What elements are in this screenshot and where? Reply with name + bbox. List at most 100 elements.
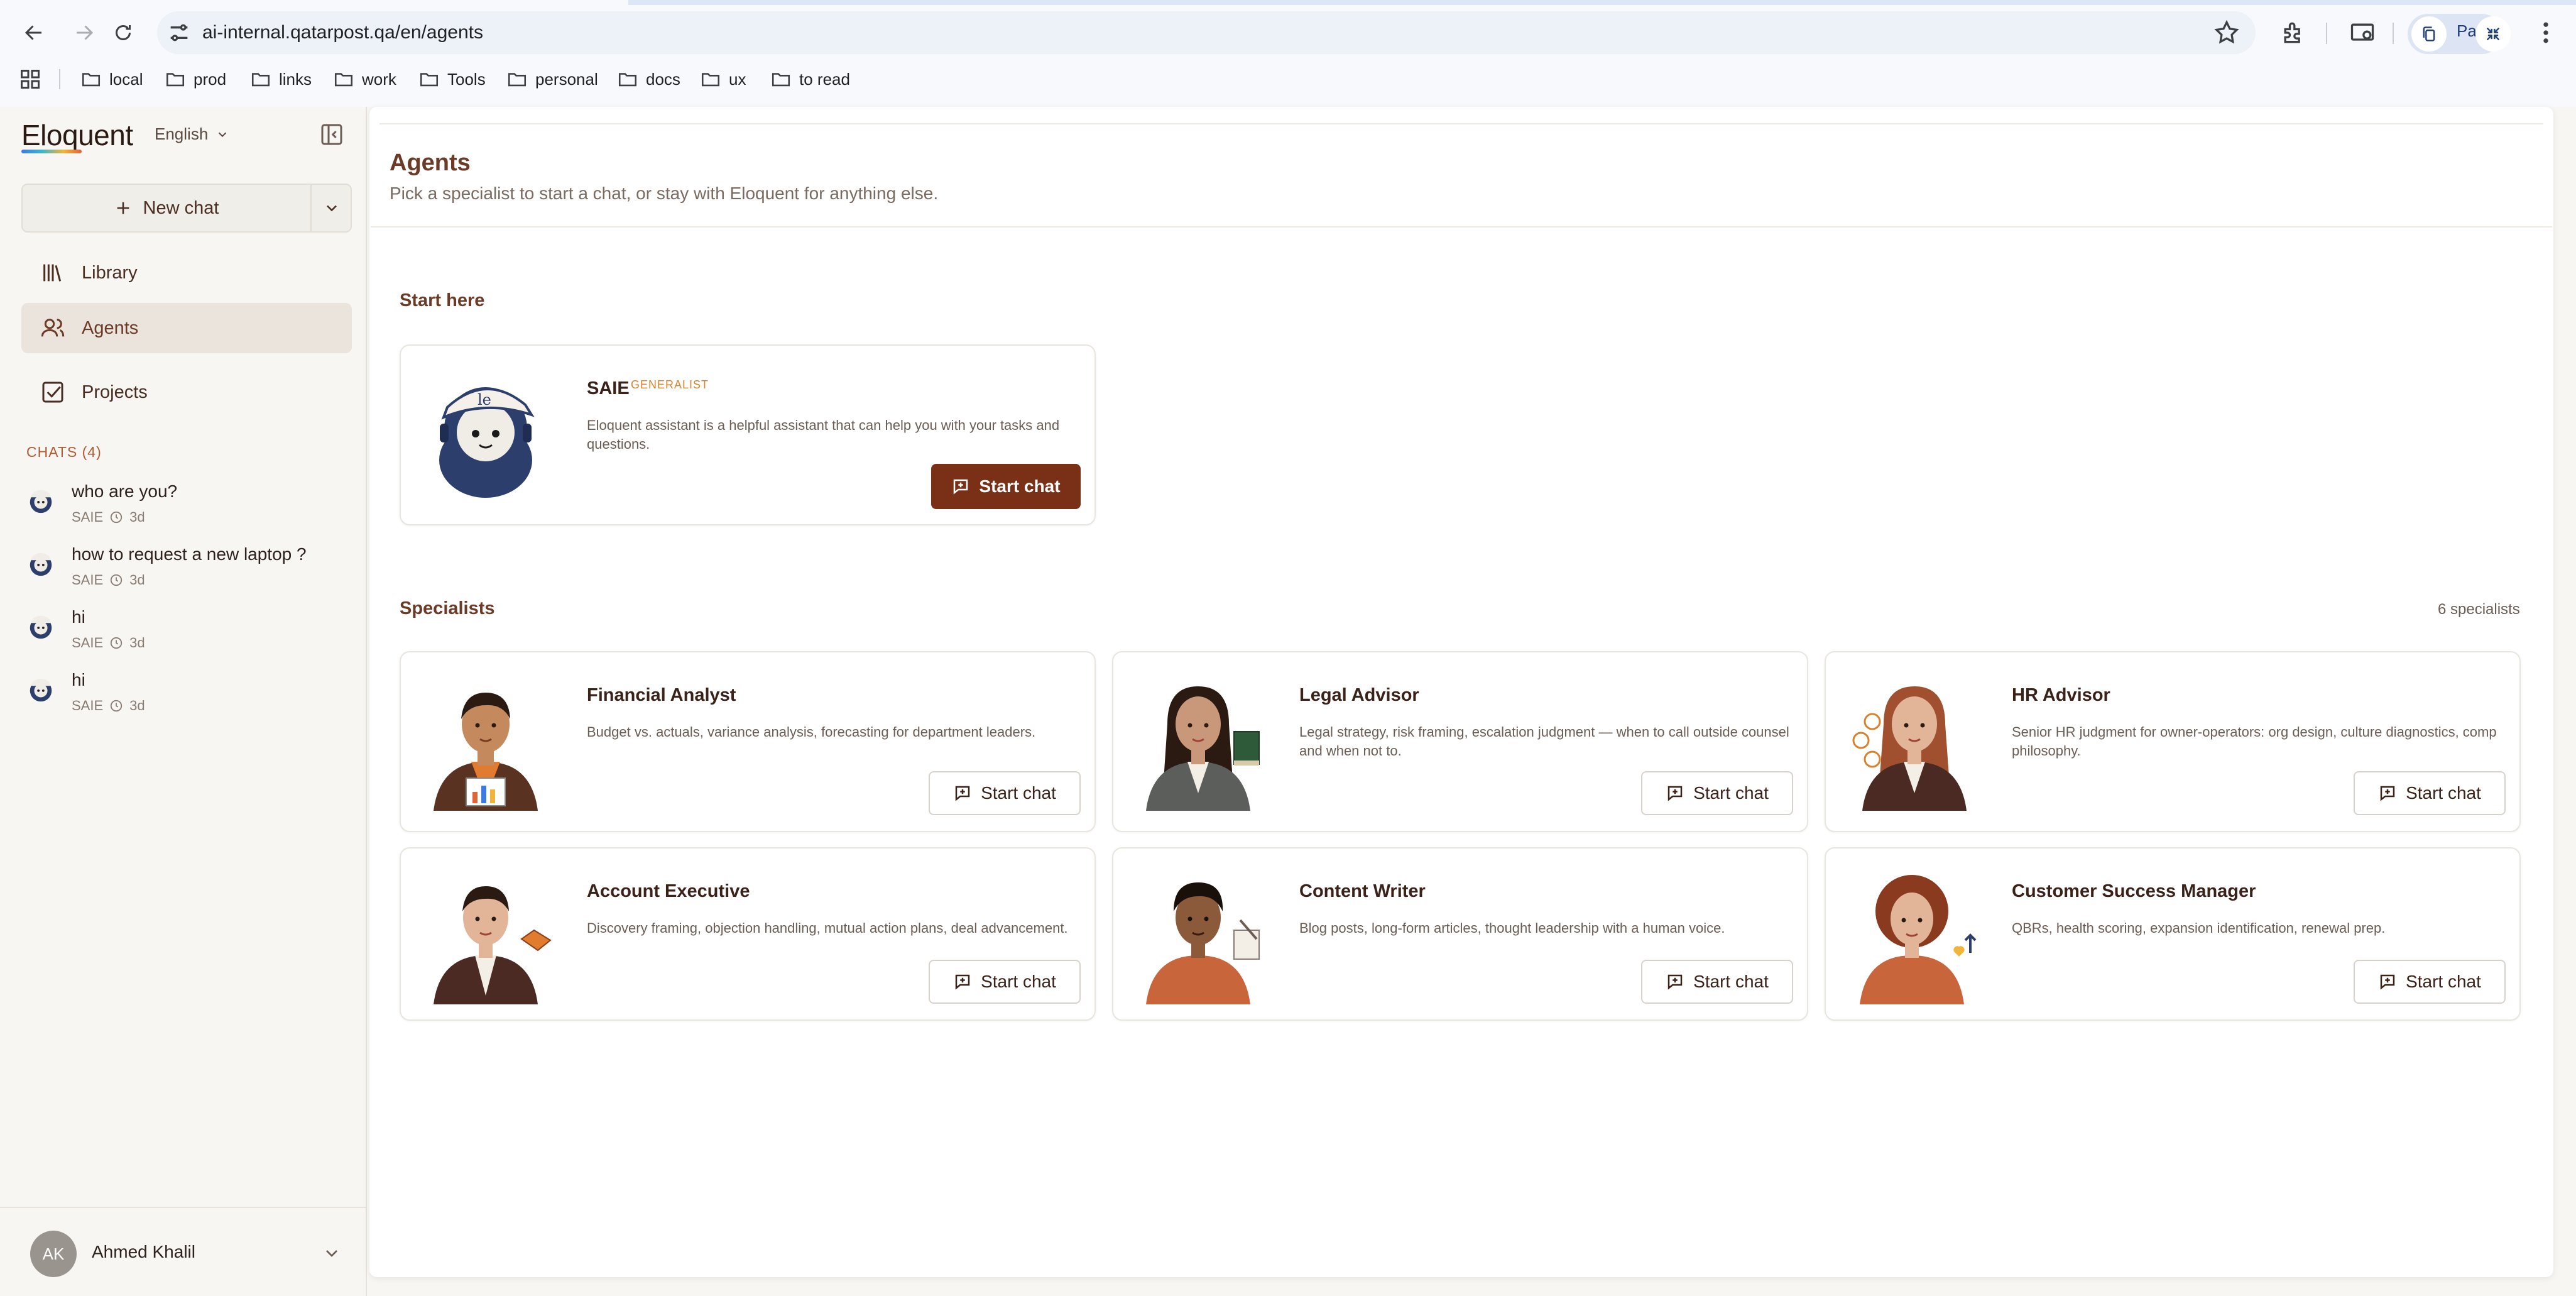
new-chat-button[interactable]: New chat bbox=[21, 184, 312, 233]
start-chat-button[interactable]: Start chat bbox=[929, 960, 1081, 1004]
page-subtitle: Pick a specialist to start a chat, or st… bbox=[390, 184, 939, 203]
specialists-count: 6 specialists bbox=[2438, 601, 2520, 618]
legal-advisor-portrait bbox=[1146, 686, 1260, 811]
side-panel-label: Pa bbox=[2457, 21, 2477, 40]
account-executive-portrait bbox=[434, 886, 552, 1004]
bookmark-label: Tools bbox=[447, 69, 486, 89]
cast-icon[interactable] bbox=[2349, 19, 2376, 47]
start-chat-label: Start chat bbox=[2406, 783, 2481, 803]
chat-plus-icon bbox=[955, 786, 970, 801]
chat-title: how to request a new laptop ? bbox=[72, 544, 307, 564]
header-divider bbox=[371, 226, 2552, 228]
bookmark-folder[interactable]: personal bbox=[506, 65, 598, 93]
sidebar-collapse-icon[interactable] bbox=[319, 122, 344, 147]
folder-icon bbox=[251, 73, 270, 87]
folder-icon bbox=[508, 73, 527, 87]
main-top-border bbox=[379, 123, 2543, 124]
start-chat-button[interactable]: Start chat bbox=[2354, 960, 2506, 1004]
agent-description: Eloquent assistant is a helpful assistan… bbox=[587, 417, 1060, 452]
start-chat-button[interactable]: Start chat bbox=[929, 771, 1081, 815]
start-chat-label: Start chat bbox=[979, 476, 1061, 496]
start-chat-button[interactable]: Start chat bbox=[931, 464, 1081, 509]
logo-underline bbox=[21, 150, 82, 153]
start-chat-button[interactable]: Start chat bbox=[1641, 771, 1793, 815]
bookmark-label: to read bbox=[799, 69, 850, 89]
bookmark-folder[interactable]: prod bbox=[165, 65, 226, 93]
chat-list-item[interactable]: who are you? SAIE 3d bbox=[26, 481, 353, 538]
reload-button[interactable] bbox=[104, 14, 142, 52]
bookmark-folder[interactable]: local bbox=[80, 65, 143, 93]
agent-description: Senior HR judgment for owner-operators: … bbox=[2012, 724, 2497, 759]
bookmark-star-icon[interactable] bbox=[2213, 19, 2240, 47]
side-panel-button[interactable] bbox=[2411, 16, 2447, 52]
agent-name: Account Executive bbox=[587, 881, 750, 901]
sidebar-item-agents[interactable]: Agents bbox=[21, 303, 352, 353]
clock-icon bbox=[110, 700, 123, 712]
bookmark-label: prod bbox=[194, 69, 227, 89]
collapse-arrows-icon bbox=[2486, 27, 2500, 41]
language-selector[interactable]: English bbox=[155, 124, 229, 144]
chat-list-item[interactable]: hi SAIE 3d bbox=[26, 607, 353, 664]
chat-agent: SAIE bbox=[72, 509, 104, 525]
agent-name: HR Advisor bbox=[2012, 685, 2110, 705]
chevron-down-icon[interactable] bbox=[322, 1243, 342, 1263]
chat-meta: SAIE 3d bbox=[72, 698, 145, 714]
bookmark-label: local bbox=[109, 69, 143, 89]
user-name[interactable]: Ahmed Khalil bbox=[92, 1242, 195, 1262]
clock-icon bbox=[110, 574, 123, 586]
chat-title: hi bbox=[72, 670, 85, 689]
bookmark-folder[interactable]: Tools bbox=[418, 65, 486, 93]
bookmarks-separator bbox=[59, 69, 60, 89]
extensions-icon[interactable] bbox=[2279, 19, 2307, 47]
agent-description: Legal strategy, risk framing, escalation… bbox=[1299, 724, 1789, 759]
clock-icon bbox=[110, 511, 123, 524]
start-chat-label: Start chat bbox=[981, 783, 1056, 803]
bookmark-folder[interactable]: work bbox=[333, 65, 396, 93]
start-chat-label: Start chat bbox=[1693, 972, 1769, 991]
exit-fullscreen-button[interactable] bbox=[2475, 16, 2511, 52]
bookmark-folder[interactable]: links bbox=[250, 65, 312, 93]
avatar[interactable]: AK bbox=[30, 1231, 77, 1277]
start-chat-button[interactable]: Start chat bbox=[2354, 771, 2506, 815]
reload-icon bbox=[116, 25, 131, 40]
back-button[interactable] bbox=[15, 14, 53, 52]
customer-success-portrait bbox=[1860, 875, 1977, 1004]
folder-icon bbox=[334, 73, 353, 87]
bookmark-folder[interactable]: ux bbox=[700, 65, 746, 93]
site-settings-icon[interactable] bbox=[166, 20, 192, 45]
chat-meta: SAIE 3d bbox=[72, 572, 145, 588]
page-title: Agents bbox=[390, 150, 471, 176]
users-icon bbox=[41, 319, 65, 337]
url-text[interactable]: ai-internal.qatarpost.qa/en/agents bbox=[202, 19, 483, 47]
saie-mascot-icon: le bbox=[439, 387, 535, 498]
toolbar-separator bbox=[2393, 23, 2394, 44]
sidebar-item-projects[interactable]: Projects bbox=[21, 367, 352, 417]
app-logo[interactable]: Eloquent bbox=[21, 118, 133, 152]
chat-meta: SAIE 3d bbox=[72, 509, 145, 525]
sidebar-item-library[interactable]: Library bbox=[21, 248, 352, 298]
start-chat-button[interactable]: Start chat bbox=[1641, 960, 1793, 1004]
agent-name: Legal Advisor bbox=[1299, 685, 1419, 705]
folder-icon bbox=[166, 73, 185, 87]
chat-plus-icon bbox=[2380, 786, 2395, 801]
chat-plus-icon bbox=[1667, 786, 1683, 801]
new-chat-label: New chat bbox=[143, 197, 219, 218]
saie-avatar-icon bbox=[30, 490, 52, 513]
apps-grid-icon[interactable] bbox=[19, 68, 41, 91]
bookmark-folder[interactable]: docs bbox=[617, 65, 680, 93]
chat-list-item[interactable]: hi SAIE 3d bbox=[26, 670, 353, 727]
chat-list-item[interactable]: how to request a new laptop ? SAIE 3d bbox=[26, 544, 353, 601]
new-chat-dropdown-button[interactable] bbox=[312, 184, 352, 233]
language-label: English bbox=[155, 124, 209, 143]
saie-avatar-icon bbox=[30, 552, 52, 576]
chat-plus-icon bbox=[955, 974, 970, 990]
specialists-heading: Specialists bbox=[400, 598, 495, 618]
chat-meta: SAIE 3d bbox=[72, 635, 145, 651]
forward-button[interactable] bbox=[65, 14, 103, 52]
start-here-heading: Start here bbox=[400, 290, 485, 310]
bookmark-folder[interactable]: to read bbox=[770, 65, 850, 93]
user-separator bbox=[0, 1207, 367, 1208]
more-vert-icon[interactable] bbox=[2532, 19, 2560, 47]
bookmark-label: links bbox=[279, 69, 312, 89]
saie-avatar-icon bbox=[30, 615, 52, 639]
